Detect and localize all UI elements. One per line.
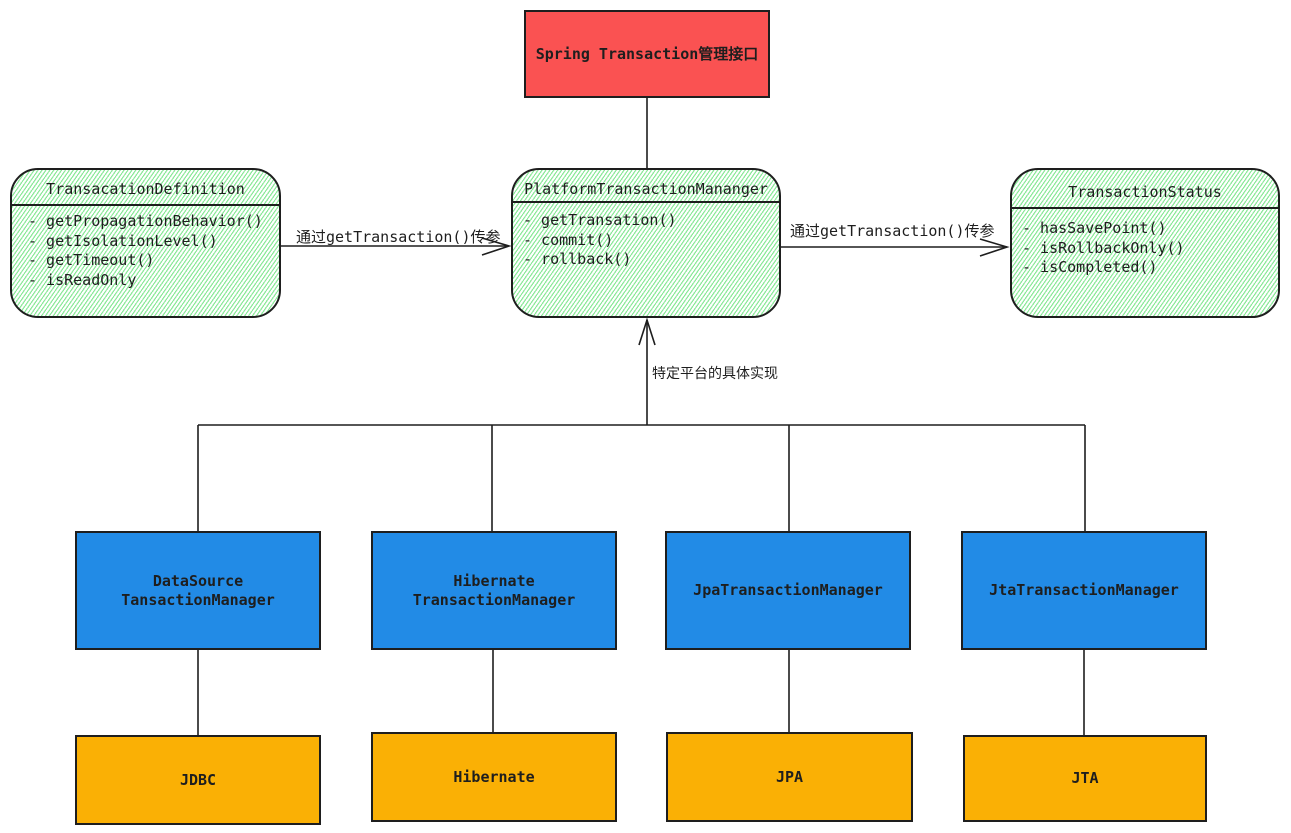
box-title: PlatformTransactionMananger — [513, 170, 779, 203]
box-label: JTA — [1071, 769, 1099, 787]
jpa-box: JPA — [666, 732, 913, 822]
platform-transaction-manager-box: PlatformTransactionMananger - getTransat… — [511, 168, 781, 318]
transaction-definition-box: TransacationDefinition - getPropagationB… — [10, 168, 281, 318]
transaction-status-box: TransactionStatus - hasSavePoint() - isR… — [1010, 168, 1280, 318]
connectors — [197, 98, 1086, 735]
box-label: Hibernate — [453, 767, 535, 786]
box-label: JPA — [775, 767, 804, 786]
box-label: TansactionManager — [121, 590, 275, 609]
method: - getIsolationLevel() — [28, 231, 218, 250]
box-label: TransactionManager — [412, 590, 576, 609]
method: - commit() — [523, 230, 614, 249]
method: - isCompleted() — [1022, 258, 1158, 276]
box-label: DataSource — [152, 571, 244, 590]
jdbc-box: JDBC — [75, 735, 321, 825]
method: - isRollbackOnly() — [1022, 238, 1185, 257]
method: - hasSavePoint() — [1022, 219, 1167, 237]
method: - rollback() — [523, 250, 632, 268]
jpa-transaction-manager-box: JpaTransactionManager — [665, 531, 911, 650]
method: - getTransation() — [523, 211, 677, 229]
definition-edge-label: 通过getTransaction()传参 — [296, 228, 501, 246]
box-label: Hibernate — [453, 571, 535, 590]
box-title: TransacationDefinition — [12, 170, 279, 206]
method: - getPropagationBehavior() — [28, 212, 263, 230]
hibernate-box: Hibernate — [371, 732, 617, 822]
spring-transaction-box: Spring Transaction管理接口 — [524, 10, 770, 98]
box-label: JDBC — [179, 770, 217, 789]
status-edge-label: 通过getTransaction()传参 — [790, 222, 995, 240]
method: - isReadOnly — [28, 270, 137, 289]
impl-edge-label: 特定平台的具体实现 — [652, 366, 778, 382]
box-label: Spring Transaction管理接口 — [535, 44, 759, 63]
jta-transaction-manager-box: JtaTransactionManager — [961, 531, 1207, 650]
datasource-transaction-manager-box: DataSource TansactionManager — [75, 531, 321, 650]
box-label: JtaTransactionManager — [989, 581, 1179, 599]
box-label: JpaTransactionManager — [693, 581, 883, 599]
jta-box: JTA — [963, 735, 1207, 822]
box-title: TransactionStatus — [1012, 170, 1278, 209]
hibernate-transaction-manager-box: Hibernate TransactionManager — [371, 531, 617, 650]
method: - getTimeout() — [28, 251, 155, 269]
